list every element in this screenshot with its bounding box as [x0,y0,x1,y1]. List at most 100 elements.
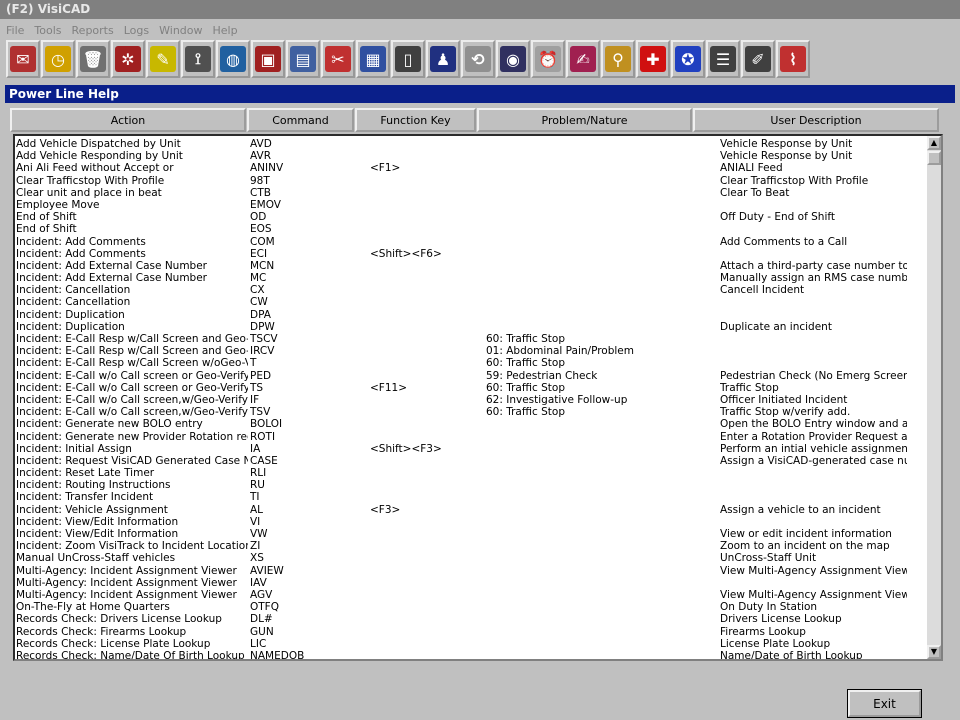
cell-command: PED [250,369,272,382]
table-row[interactable]: Manual UnCross-Staff vehicles XS UnCross-S… [15,552,927,564]
table-row[interactable]: Ani Ali Feed without Accept or ANINV <F1> A… [15,162,927,174]
table-row[interactable]: Incident: E-Call Resp w/Call Screen and … [15,333,927,345]
table-row[interactable]: Incident: E-Call w/o Call screen,w/Geo-V… [15,394,927,406]
table-row[interactable]: Multi-Agency: Incident Assignment Viewer… [15,577,927,589]
table-row[interactable]: Incident: Add Comments COM Add Comments to… [15,236,927,248]
scroll-up-icon[interactable]: ▲ [927,136,941,150]
table-row[interactable]: Incident: Routing Instructions RU [15,479,927,491]
toolbar-button-10[interactable]: ▦ [356,40,390,78]
table-row[interactable]: Records Check: License Plate Lookup LIC Li… [15,638,927,650]
toolbar-button-15[interactable]: ⏰ [531,40,565,78]
menu-tools[interactable]: Tools [34,24,61,37]
cell-user-description: Duplicate an incident [720,320,832,333]
cell-command: ANINV [250,162,284,175]
table-row[interactable]: Incident: Request VisiCAD Generated Case… [15,455,927,467]
station-icon: ▣ [255,46,281,72]
cell-command: XS [250,552,264,565]
table-row[interactable]: Employee Move EMOV [15,199,927,211]
table-row[interactable]: Incident: Vehicle Assignment AL <F3> Assign… [15,504,927,516]
toolbar-button-17[interactable]: ⚲ [601,40,635,78]
toolbar-button-19[interactable]: ✪ [671,40,705,78]
cell-action: Incident: E-Call Resp w/Call Screen and … [16,345,248,358]
table-row[interactable]: Incident: Duplication DPA [15,309,927,321]
menu-window[interactable]: Window [159,24,202,37]
vertical-scrollbar[interactable]: ▲ ▼ [927,136,941,659]
toolbar-button-21[interactable]: ✐ [741,40,775,78]
toolbar-button-1[interactable]: ◷ [41,40,75,78]
cell-function-key: <F3> [370,503,401,516]
table-row[interactable]: Incident: Add External Case Number MC Manu… [15,272,927,284]
toolbar-button-16[interactable]: ✍ [566,40,600,78]
table-row[interactable]: Incident: E-Call Resp w/Call Screen and … [15,345,927,357]
table-row[interactable]: End of Shift EOS [15,223,927,235]
table-row[interactable]: Incident: View/Edit Information VW View or… [15,528,927,540]
toolbar-button-8[interactable]: ▤ [286,40,320,78]
toolbar-button-5[interactable]: ⟟ [181,40,215,78]
table-row[interactable]: Incident: E-Call w/o Call screen or Geo-… [15,370,927,382]
toolbar-button-6[interactable]: ◍ [216,40,250,78]
toolbar-button-13[interactable]: ⟲ [461,40,495,78]
exit-button[interactable]: Exit [847,689,922,718]
menu-reports[interactable]: Reports [72,24,114,37]
table-row[interactable]: Clear Trafficstop With Profile 98T Clear T… [15,175,927,187]
command-list[interactable]: Add Vehicle Dispatched by Unit AVD Vehicle… [13,134,943,661]
table-row[interactable]: Incident: Initial Assign IA <Shift><F3> Per… [15,443,927,455]
table-row[interactable]: Incident: Add External Case Number MCN Att… [15,260,927,272]
cell-action: Incident: Request VisiCAD Generated Case… [16,454,248,467]
toolbar-button-20[interactable]: ☰ [706,40,740,78]
toolbar-button-3[interactable]: ✲ [111,40,145,78]
header-command[interactable]: Command [247,108,354,132]
table-row[interactable]: Incident: Add Comments ECI <Shift><F6> [15,248,927,260]
table-row[interactable]: Incident: E-Call w/o Call screen,w/Geo-V… [15,406,927,418]
toolbar-button-7[interactable]: ▣ [251,40,285,78]
table-row[interactable]: Records Check: Name/Date Of Birth Lookup… [15,649,927,661]
table-row[interactable]: Incident: Duplication DPW Duplicate an inc… [15,321,927,333]
header-user-description[interactable]: User Description [693,108,939,132]
toolbar-button-14[interactable]: ◉ [496,40,530,78]
toolbar-button-18[interactable]: ✚ [636,40,670,78]
menu-logs[interactable]: Logs [124,24,149,37]
table-row[interactable]: Records Check: Firearms Lookup GUN Firearm… [15,626,927,638]
table-row[interactable]: Add Vehicle Dispatched by Unit AVD Vehicle… [15,138,927,150]
table-row[interactable]: Multi-Agency: Incident Assignment Viewer… [15,589,927,601]
cell-command: IF [250,393,260,406]
table-row[interactable]: Incident: E-Call Resp w/Call Screen w/oG… [15,357,927,369]
scroll-thumb[interactable] [927,151,941,165]
table-row[interactable]: Incident: Generate new Provider Rotation… [15,431,927,443]
menu-help[interactable]: Help [213,24,238,37]
toolbar-button-11[interactable]: ▯ [391,40,425,78]
cell-user-description: Firearms Lookup [720,625,806,638]
cell-command: NAMEDOB [250,649,305,661]
table-row[interactable]: Clear unit and place in beat CTB Clear To … [15,187,927,199]
table-row[interactable]: Incident: Reset Late Timer RLI [15,467,927,479]
header-function-key[interactable]: Function Key [355,108,476,132]
toolbar-button-0[interactable]: ✉ [6,40,40,78]
book-icon: ▯ [395,46,421,72]
table-row[interactable]: Records Check: Drivers License Lookup DL#… [15,613,927,625]
table-row[interactable]: Incident: Cancellation CW [15,296,927,308]
table-row[interactable]: End of Shift OD Off Duty - End of Shift [15,211,927,223]
toolbar-button-2[interactable]: 🗑 [76,40,110,78]
table-row[interactable]: Incident: E-Call w/o Call screen or Geo-… [15,382,927,394]
table-row[interactable]: On-The-Fly at Home Quarters OTFQ On Duty I… [15,601,927,613]
table-row[interactable]: Incident: Zoom VisiTrack to Incident Loc… [15,540,927,552]
cell-user-description: Traffic Stop [720,381,779,394]
toolbar-button-12[interactable]: ♟ [426,40,460,78]
eye-icon: ◉ [500,46,526,72]
table-row[interactable]: Incident: Generate new BOLO entry BOLOI Op… [15,418,927,430]
menu-file[interactable]: File [6,24,24,37]
toolbar-button-9[interactable]: ✂ [321,40,355,78]
cell-command: VI [250,515,261,528]
table-row[interactable]: Multi-Agency: Incident Assignment Viewer… [15,565,927,577]
toolbar-button-22[interactable]: ⌇ [776,40,810,78]
cell-action: Add Vehicle Responding by Unit [16,150,183,163]
header-problem-nature[interactable]: Problem/Nature [477,108,692,132]
table-row[interactable]: Incident: Transfer Incident TI [15,491,927,503]
cell-user-description: Officer Initiated Incident [720,393,848,406]
header-action[interactable]: Action [10,108,246,132]
table-row[interactable]: Incident: Cancellation CX Cancell Incident [15,284,927,296]
table-row[interactable]: Incident: View/Edit Information VI [15,516,927,528]
scroll-down-icon[interactable]: ▼ [927,645,941,659]
toolbar-button-4[interactable]: ✎ [146,40,180,78]
table-row[interactable]: Add Vehicle Responding by Unit AVR Vehicle… [15,150,927,162]
